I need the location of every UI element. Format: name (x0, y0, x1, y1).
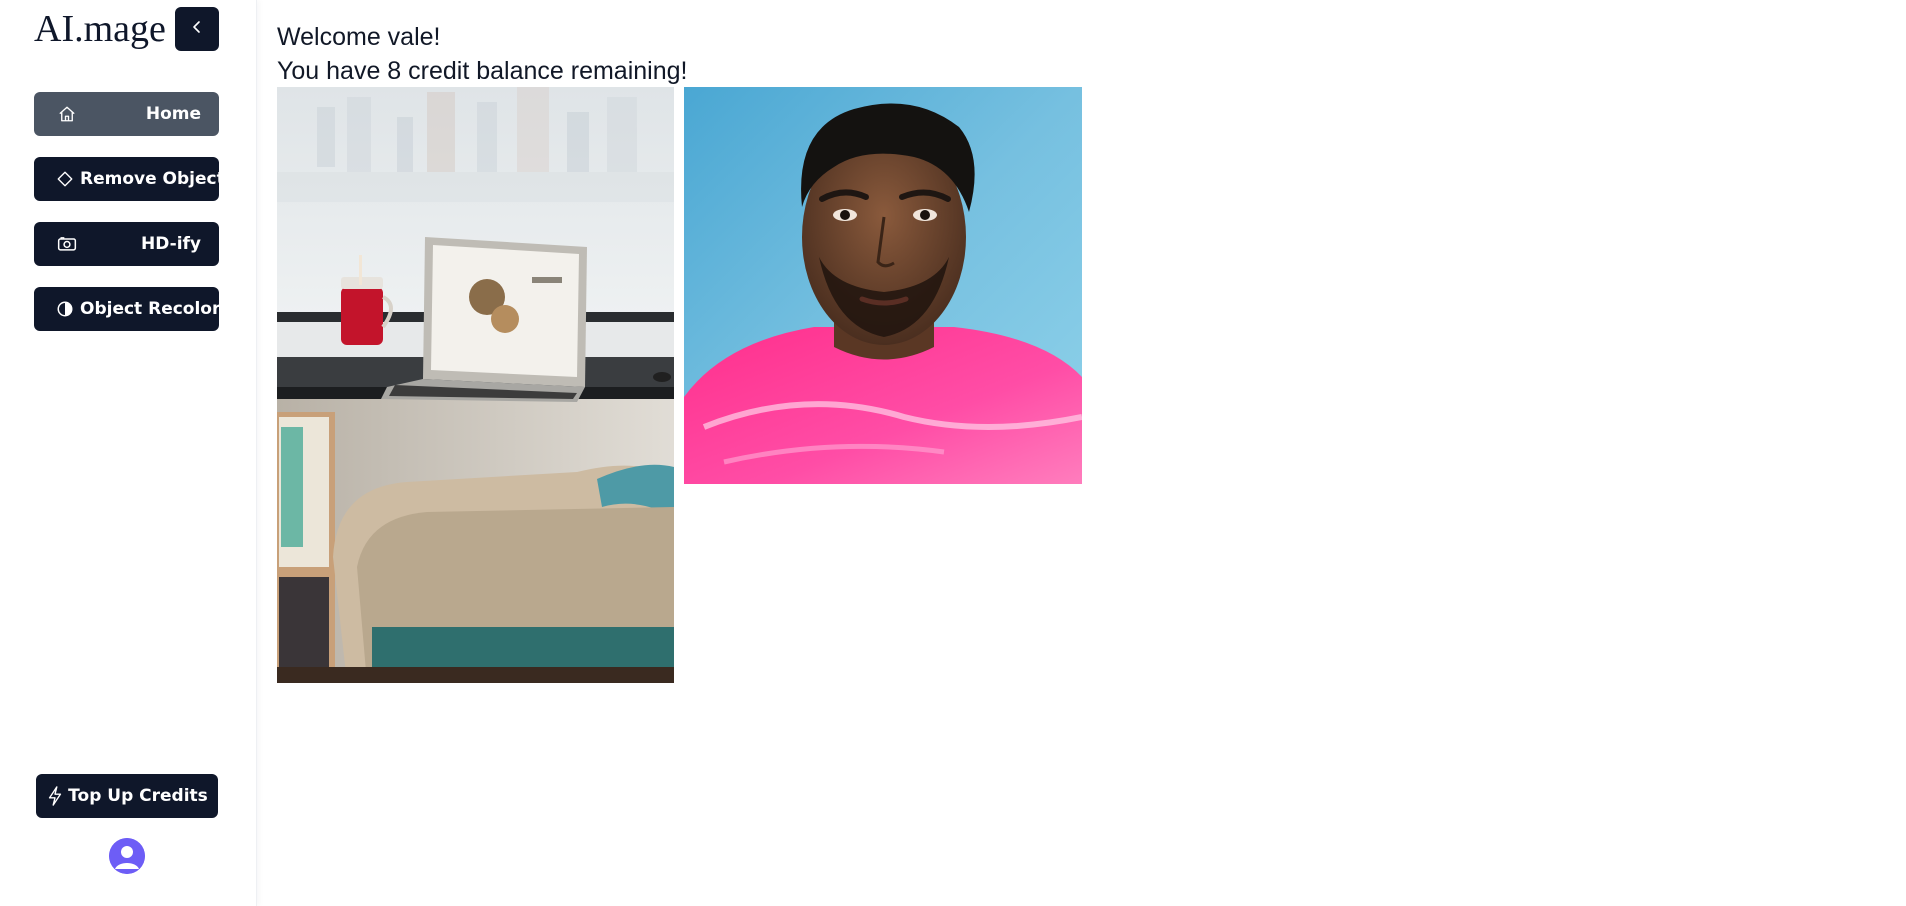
app-logo: AI.mage (34, 8, 166, 50)
sidebar-item-hd-ify[interactable]: HD-ify (34, 222, 219, 266)
lightning-icon (46, 785, 64, 807)
sidebar-item-home[interactable]: Home (34, 92, 219, 136)
contrast-icon (54, 298, 76, 320)
user-avatar[interactable] (109, 838, 145, 874)
user-avatar-icon (109, 838, 145, 874)
eraser-icon (54, 168, 76, 190)
sidebar-item-label: HD-ify (140, 234, 201, 254)
collapse-sidebar-button[interactable] (175, 7, 219, 51)
top-up-credits-label: Top Up Credits (68, 786, 208, 806)
sidebar-item-object-recolor[interactable]: Object Recolor (34, 287, 221, 331)
desk-laptop-photo[interactable] (277, 87, 674, 683)
sidebar: AI.mage Home Remove Object HD-ify Object… (0, 0, 257, 906)
portrait-photo[interactable] (684, 87, 1082, 484)
camera-icon (56, 233, 78, 255)
welcome-heading: Welcome vale! (277, 23, 441, 51)
sidebar-item-label: Object Recolor (80, 299, 221, 319)
chevron-left-icon (191, 20, 203, 38)
home-icon (56, 103, 78, 125)
credit-balance-text: You have 8 credit balance remaining! (277, 57, 688, 85)
top-up-credits-button[interactable]: Top Up Credits (36, 774, 218, 818)
sidebar-item-remove-object[interactable]: Remove Object (34, 157, 225, 201)
sidebar-item-label: Remove Object (80, 169, 225, 189)
sidebar-item-label: Home (145, 104, 201, 124)
